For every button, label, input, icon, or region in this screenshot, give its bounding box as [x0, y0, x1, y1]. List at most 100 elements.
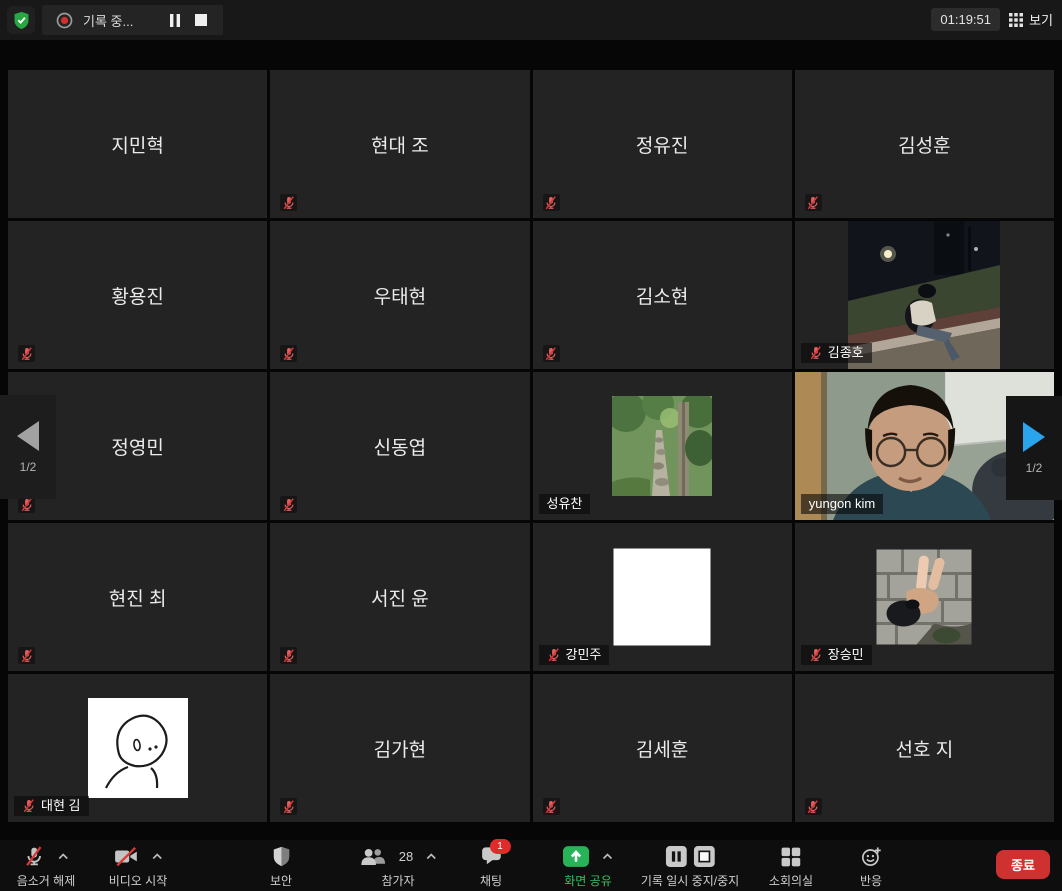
- breakout-rooms-label: 소회의실: [769, 872, 813, 889]
- share-screen-button[interactable]: 화면 공유: [563, 845, 613, 889]
- participant-avatar-blank: [614, 549, 711, 646]
- recording-pause-stop-button[interactable]: 기록 일시 중지/중지: [641, 845, 739, 889]
- share-screen-icon: [563, 846, 589, 867]
- participant-tile[interactable]: 황용진: [8, 221, 267, 369]
- participant-name-tag: 대현 김: [14, 796, 89, 816]
- participant-name: 우태현: [270, 221, 529, 369]
- top-bar: 기록 중... 01:19:51 보기: [0, 0, 1062, 40]
- participant-tile[interactable]: 우태현: [270, 221, 529, 369]
- mic-muted-icon: [543, 798, 560, 815]
- mic-muted-icon: [280, 798, 297, 815]
- chevron-up-icon[interactable]: [602, 853, 613, 860]
- participant-tile[interactable]: 현대 조: [270, 70, 529, 218]
- participant-tile[interactable]: 김소현: [533, 221, 792, 369]
- reactions-smiley-icon: [861, 846, 882, 867]
- breakout-rooms-icon: [781, 847, 801, 867]
- unmute-button[interactable]: 음소거 해제: [17, 845, 76, 889]
- mic-muted-icon: [280, 647, 297, 664]
- view-button[interactable]: 보기: [1009, 10, 1053, 29]
- chevron-up-icon[interactable]: [426, 853, 437, 860]
- mic-muted-icon: [809, 346, 823, 360]
- participant-tile[interactable]: 서진 윤: [270, 523, 529, 671]
- shield-icon: [272, 846, 291, 867]
- mic-muted-icon: [18, 647, 35, 664]
- view-label: 보기: [1029, 10, 1053, 29]
- participants-label: 참가자: [381, 872, 414, 889]
- chevron-up-icon[interactable]: [151, 853, 162, 860]
- security-shield-badge[interactable]: [7, 6, 35, 34]
- participant-name: 김종호: [828, 346, 864, 360]
- arrow-left-icon: [17, 421, 39, 451]
- recording-stop-button[interactable]: [193, 12, 209, 28]
- participant-avatar-doodle: [88, 698, 188, 798]
- mic-muted-icon: [280, 496, 297, 513]
- reactions-button[interactable]: 반응: [860, 845, 882, 889]
- participant-name: 성유찬: [547, 497, 583, 511]
- participant-tile[interactable]: 대현 김: [8, 674, 267, 822]
- participant-tile[interactable]: 선호 지: [795, 674, 1054, 822]
- participant-name: 현진 최: [8, 523, 267, 671]
- participant-tile[interactable]: 정유진: [533, 70, 792, 218]
- arrow-right-icon: [1023, 422, 1045, 452]
- participant-name: 황용진: [8, 221, 267, 369]
- participant-tile[interactable]: 지민혁: [8, 70, 267, 218]
- participant-name: 김세훈: [533, 674, 792, 822]
- participant-name: 강민주: [566, 648, 602, 662]
- mic-muted-icon: [805, 194, 822, 211]
- mic-muted-icon: [18, 345, 35, 362]
- next-page-button[interactable]: 1/2: [1006, 396, 1062, 500]
- grid-view-icon: [1009, 13, 1023, 27]
- unmute-label: 음소거 해제: [17, 872, 76, 889]
- end-meeting-button[interactable]: 종료: [996, 850, 1050, 879]
- participant-name: 장승민: [828, 648, 864, 662]
- chat-unread-badge: 1: [490, 839, 511, 854]
- participant-name: 신동엽: [270, 372, 529, 520]
- meeting-timer: 01:19:51: [931, 8, 1000, 31]
- participant-tile[interactable]: 강민주: [533, 523, 792, 671]
- participant-name: 대현 김: [41, 799, 81, 813]
- mic-muted-icon: [543, 345, 560, 362]
- participants-button[interactable]: 28 참가자: [359, 845, 437, 889]
- page-indicator: 1/2: [1026, 461, 1043, 475]
- page-indicator: 1/2: [20, 460, 37, 474]
- participant-tile[interactable]: 신동엽: [270, 372, 529, 520]
- participant-tile[interactable]: 장승민: [795, 523, 1054, 671]
- recording-pause-button[interactable]: [167, 12, 183, 29]
- pause-recording-icon[interactable]: [665, 846, 686, 867]
- previous-page-button[interactable]: 1/2: [0, 395, 56, 499]
- start-video-button[interactable]: 비디오 시작: [109, 845, 168, 889]
- stop-icon: [195, 14, 207, 26]
- stop-recording-icon[interactable]: [693, 846, 714, 867]
- participant-name-tag: 김종호: [801, 343, 872, 363]
- participants-count: 28: [399, 849, 413, 864]
- pause-icon: [169, 14, 181, 27]
- participant-photo-hand: [877, 550, 972, 645]
- participant-name: 선호 지: [795, 674, 1054, 822]
- mic-muted-icon: [543, 194, 560, 211]
- participant-tile[interactable]: 김종호: [795, 221, 1054, 369]
- share-screen-label: 화면 공유: [564, 872, 612, 889]
- mic-muted-icon: [809, 648, 823, 662]
- participant-tile[interactable]: 현진 최: [8, 523, 267, 671]
- security-label: 보안: [270, 872, 292, 889]
- participant-tile[interactable]: 김세훈: [533, 674, 792, 822]
- mic-muted-icon: [280, 194, 297, 211]
- participant-name: yungon kim: [809, 497, 875, 511]
- participant-name-tag: 성유찬: [539, 494, 591, 514]
- participants-icon: [359, 848, 386, 865]
- participant-tile[interactable]: 성유찬: [533, 372, 792, 520]
- camera-off-icon: [113, 847, 138, 866]
- record-dot-icon: [56, 12, 73, 29]
- chevron-up-icon[interactable]: [57, 853, 68, 860]
- security-button[interactable]: 보안: [270, 845, 292, 889]
- chat-label: 채팅: [480, 872, 502, 889]
- mic-muted-icon: [23, 846, 44, 867]
- breakout-rooms-button[interactable]: 소회의실: [769, 845, 813, 889]
- meeting-toolbar: 음소거 해제 비디오 시작 보안: [0, 840, 1062, 891]
- participant-tile[interactable]: 김성훈: [795, 70, 1054, 218]
- participant-name: 지민혁: [8, 70, 267, 218]
- video-grid: 지민혁 현대 조 정유진 김성훈 황용진 우태현 김소현: [8, 70, 1054, 822]
- participant-tile[interactable]: 김가현: [270, 674, 529, 822]
- chat-button[interactable]: 1 채팅: [480, 845, 502, 889]
- participant-name: 김가현: [270, 674, 529, 822]
